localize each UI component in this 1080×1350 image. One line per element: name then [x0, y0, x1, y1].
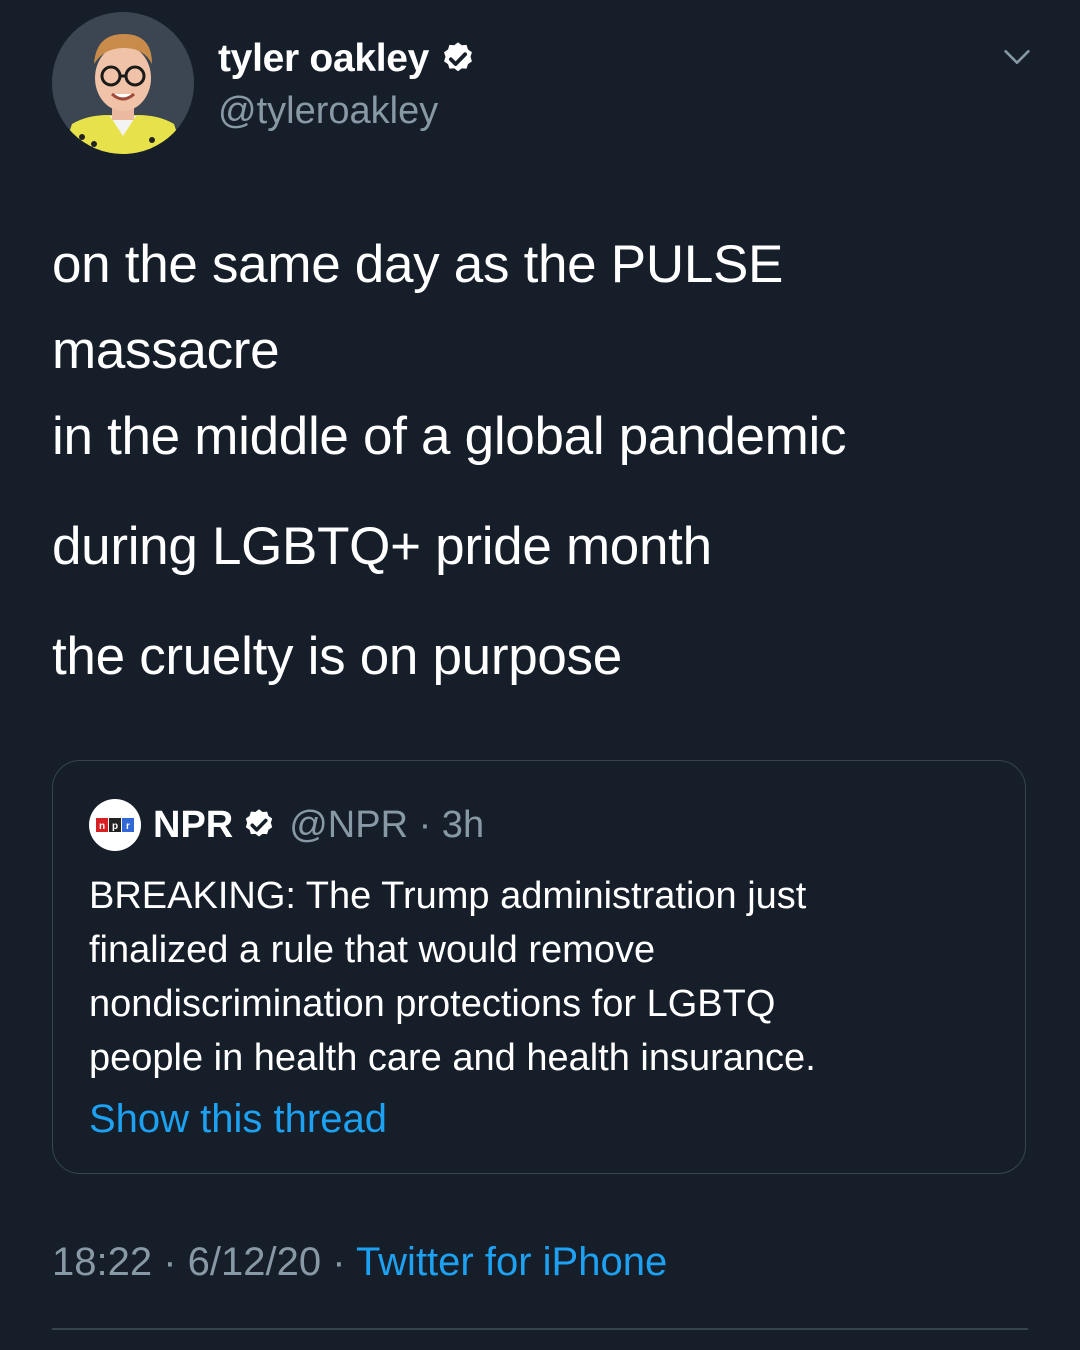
source-link[interactable]: Twitter for iPhone	[356, 1240, 667, 1284]
author-handle[interactable]: @tyleroakley	[218, 90, 477, 133]
quoted-line: people in health care and health insuran…	[89, 1037, 816, 1079]
tweet-timestamp: 18:22 · 6/12/20 · Twitter for iPhone	[52, 1240, 667, 1285]
divider	[52, 1328, 1028, 1330]
avatar[interactable]	[52, 12, 194, 154]
tweet-line: in the middle of a global pandemic	[52, 407, 847, 466]
quoted-tweet-text: BREAKING: The Trump administration just …	[89, 869, 989, 1085]
svg-text:r: r	[126, 821, 130, 832]
svg-text:n: n	[99, 821, 105, 832]
svg-text:p: p	[112, 821, 118, 832]
tweet-line: during LGBTQ+ pride month	[52, 517, 712, 576]
tweet-text: on the same day as the PULSE massacre in…	[52, 222, 1032, 700]
time-date[interactable]: 18:22 · 6/12/20 ·	[52, 1240, 356, 1284]
npr-logo-mark: n p r	[96, 818, 134, 832]
npr-logo[interactable]: n p r	[89, 799, 141, 851]
quoted-line: BREAKING: The Trump administration just	[89, 875, 807, 917]
quoted-tweet-header: n p r NPR @NPR · 3h	[89, 797, 484, 853]
verified-badge-icon	[444, 42, 472, 72]
author-name-row: tyler oakley	[218, 34, 477, 84]
quoted-author-name[interactable]: NPR	[153, 804, 233, 847]
tweet-line: massacre	[52, 321, 280, 380]
tweet-detail: tyler oakley @tyleroakley on the same da…	[0, 0, 1080, 1350]
tweet-author[interactable]: tyler oakley @tyleroakley	[218, 34, 477, 133]
quoted-tweet[interactable]: n p r NPR @NPR · 3h BREAKING: The Trump …	[52, 760, 1026, 1174]
chevron-down-icon[interactable]	[1000, 40, 1034, 74]
quoted-line: nondiscrimination protections for LGBTQ	[89, 983, 776, 1025]
avatar-image	[52, 12, 194, 154]
quoted-line: finalized a rule that would remove	[89, 929, 656, 971]
quoted-handle-time: @NPR · 3h	[289, 803, 485, 846]
show-thread-link[interactable]: Show this thread	[89, 1097, 387, 1142]
tweet-line: on the same day as the PULSE	[52, 235, 784, 294]
tweet-line: the cruelty is on purpose	[52, 627, 622, 686]
verified-badge-icon	[246, 809, 273, 837]
author-display-name[interactable]: tyler oakley	[218, 37, 429, 81]
